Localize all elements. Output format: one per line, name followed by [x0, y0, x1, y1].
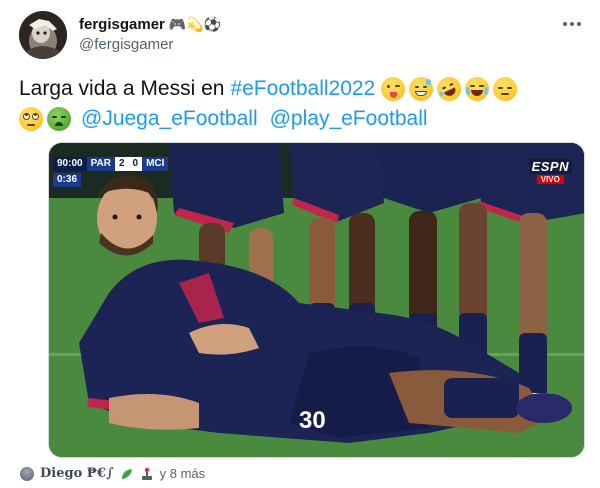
hashtag-link[interactable]: #eFootball2022	[230, 74, 375, 104]
tweet-text-line-1: Larga vida a Messi en #eFootball2022	[19, 73, 589, 105]
more-dot-icon	[570, 22, 574, 26]
disappointed-emoji	[493, 77, 518, 101]
live-label: VIVO	[536, 175, 564, 184]
display-name-row[interactable]: fergisgamer 🎮💫⚽	[79, 14, 221, 34]
broadcaster-badge: ESPN VIVO	[528, 159, 572, 184]
tweet-text: Larga vida a Messi en #eFootball2022 @Ju…	[19, 73, 589, 134]
social-context-name[interactable]: Diego ₱€∫	[40, 466, 114, 481]
espn-logo: ESPN	[528, 159, 572, 174]
away-team: MCI	[142, 157, 169, 171]
avatar-image	[19, 11, 67, 59]
user-avatar[interactable]	[19, 11, 67, 59]
match-time: 90:00	[53, 157, 87, 171]
user-handle[interactable]: @fergisgamer	[79, 36, 173, 53]
tweet-card: fergisgamer 🎮💫⚽ @fergisgamer Larga vida …	[0, 0, 600, 488]
grinning-sweat-emoji	[409, 77, 434, 101]
name-emojis: 🎮💫⚽	[168, 16, 222, 32]
nauseated-emoji	[47, 107, 71, 131]
tears-of-joy-emoji	[465, 77, 490, 101]
scoreboard-main-row: 90:00 PAR 2 0 MCI	[53, 157, 169, 171]
leaf-icon	[121, 468, 132, 479]
rolling-eyes-emoji	[19, 107, 43, 131]
mention-link-2[interactable]: @play_eFootball	[270, 104, 428, 134]
display-name[interactable]: fergisgamer	[79, 16, 165, 33]
winking-tongue-emoji	[381, 77, 406, 101]
more-options-button[interactable]	[560, 14, 584, 34]
scoreboard-added-row: 0:36	[53, 173, 168, 187]
mention-link-1[interactable]: @Juega_eFootball	[81, 104, 258, 134]
emoji-group-1	[381, 73, 521, 105]
reactions-social-context[interactable]: Diego ₱€∫ y 8 más	[20, 466, 205, 481]
social-context-suffix: y 8 más	[159, 466, 206, 481]
rolling-laughing-emoji	[433, 73, 466, 105]
added-time: 0:36	[53, 173, 82, 187]
home-score: 2	[114, 157, 129, 171]
shirt-number: 30	[299, 407, 326, 434]
away-score: 0	[128, 157, 143, 171]
joystick-icon	[141, 467, 152, 480]
scoreboard: 90:00 PAR 2 0 MCI 0:36	[53, 157, 169, 187]
tweet-text-prefix: Larga vida a Messi en	[19, 77, 225, 100]
more-dot-icon	[563, 22, 567, 26]
more-dot-icon	[577, 22, 581, 26]
match-scene-image: 30	[49, 143, 584, 457]
person-icon	[20, 466, 34, 481]
tweet-text-line-2: @Juega_eFootball @play_eFootball	[19, 104, 589, 134]
home-team: PAR	[86, 157, 115, 171]
tweet-media-photo[interactable]: 30 90:00 PAR 2 0 MCI 0:36 ESPN VIVO	[48, 142, 585, 458]
